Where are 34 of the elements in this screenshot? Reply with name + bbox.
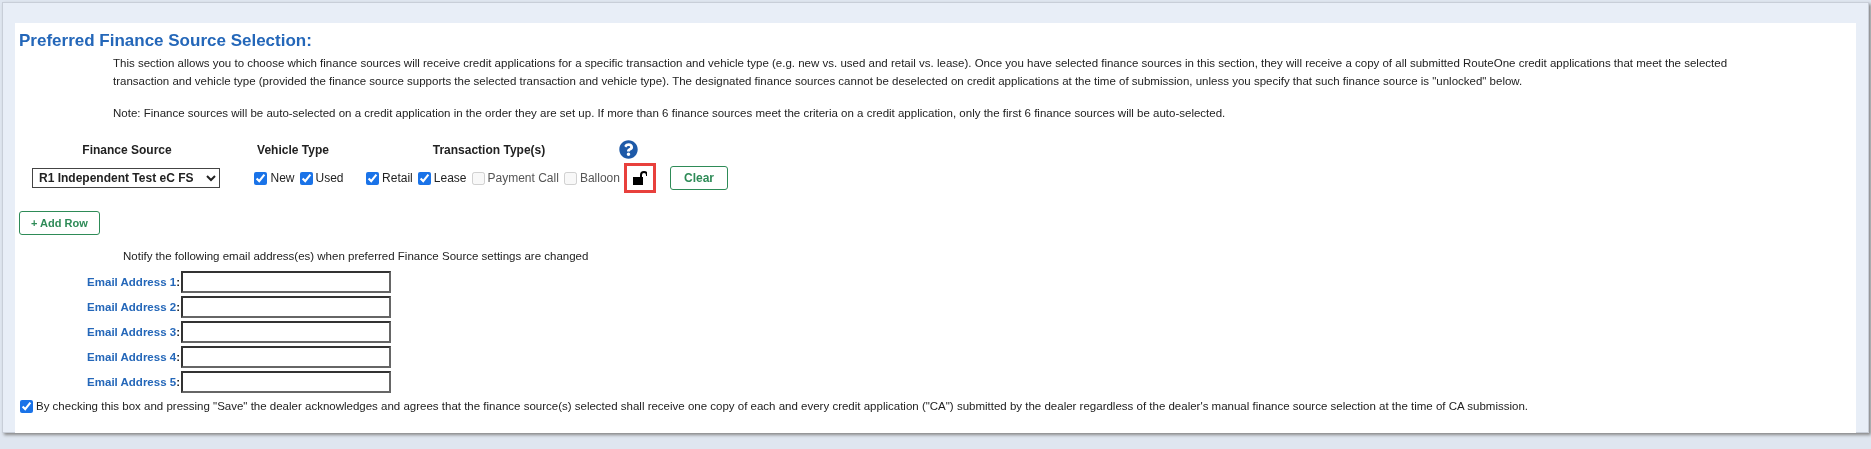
description-text: This section allows you to choose which finance sources will receive credit applications for a specific transaction and vehicle type (e.g. new vs. used and retail vs. lease). Once you have selected finance sources in this section, they will receive a copy of all submitted RouteOne credit applications that meet the selected transaction and vehicle type (provided the finance source supports the selected transaction and vehicle type). The designated finance sources cannot be deselected on credit applications at the time of submission, unless you specify that such finance source is "unlocked" below. xyxy=(113,56,1729,89)
checkbox[interactable] xyxy=(254,171,268,185)
email-field[interactable] xyxy=(181,346,391,369)
description-text: Note: Finance sources will be auto-selected on a credit application in the order they are set up. If more than 6 finance sources meet the criteria on a credit application, only the first 6 finance sources will be auto-selected. xyxy=(113,106,1227,121)
checkbox-label: Balloon xyxy=(579,170,620,187)
acknowledgement-text: By checking this box and pressing "Save" the dealer acknowledges and agrees that the finance source(s) selected shall receive one copy of each and every credit application ("CA") submitted by the dealer regardless of the dealer's manual finance source selection at the time of CA submission. xyxy=(36,399,1528,415)
help-icon[interactable] xyxy=(619,140,638,159)
notify-text: Notify the following email address(es) when preferred Finance Source settings are changed xyxy=(122,249,590,264)
checkbox-label: Used xyxy=(315,170,344,187)
label-colon: : xyxy=(176,299,180,315)
section-title: Preferred Finance Source Selection: xyxy=(19,30,313,52)
checkbox[interactable] xyxy=(417,171,431,185)
label-colon: : xyxy=(176,374,180,390)
acknowledgement-checkbox[interactable] xyxy=(20,400,33,414)
checkbox[interactable] xyxy=(299,171,313,185)
email-field[interactable] xyxy=(181,321,391,344)
open-lock-icon[interactable] xyxy=(633,171,647,185)
finance-source-dropdown[interactable]: R1 Independent Test eC FS xyxy=(32,168,220,188)
label-colon: : xyxy=(176,324,180,340)
label-colon: : xyxy=(176,349,180,365)
checkbox-label: Lease xyxy=(433,170,467,187)
column-header: Transaction Type(s) xyxy=(432,142,546,159)
email-field[interactable] xyxy=(181,371,391,394)
label-colon: : xyxy=(176,274,180,290)
checkbox[interactable] xyxy=(366,171,380,185)
email-field[interactable] xyxy=(181,271,391,294)
email-field[interactable] xyxy=(181,296,391,319)
add-row-button[interactable]: + Add Row xyxy=(19,211,100,235)
checkbox-label: Payment Call xyxy=(487,170,559,187)
clear-button[interactable]: Clear xyxy=(670,166,729,190)
column-header: Finance Source xyxy=(82,142,172,159)
checkbox-label: New xyxy=(270,170,295,187)
column-header: Vehicle Type xyxy=(257,142,329,159)
checkbox-label: Retail xyxy=(382,170,413,187)
